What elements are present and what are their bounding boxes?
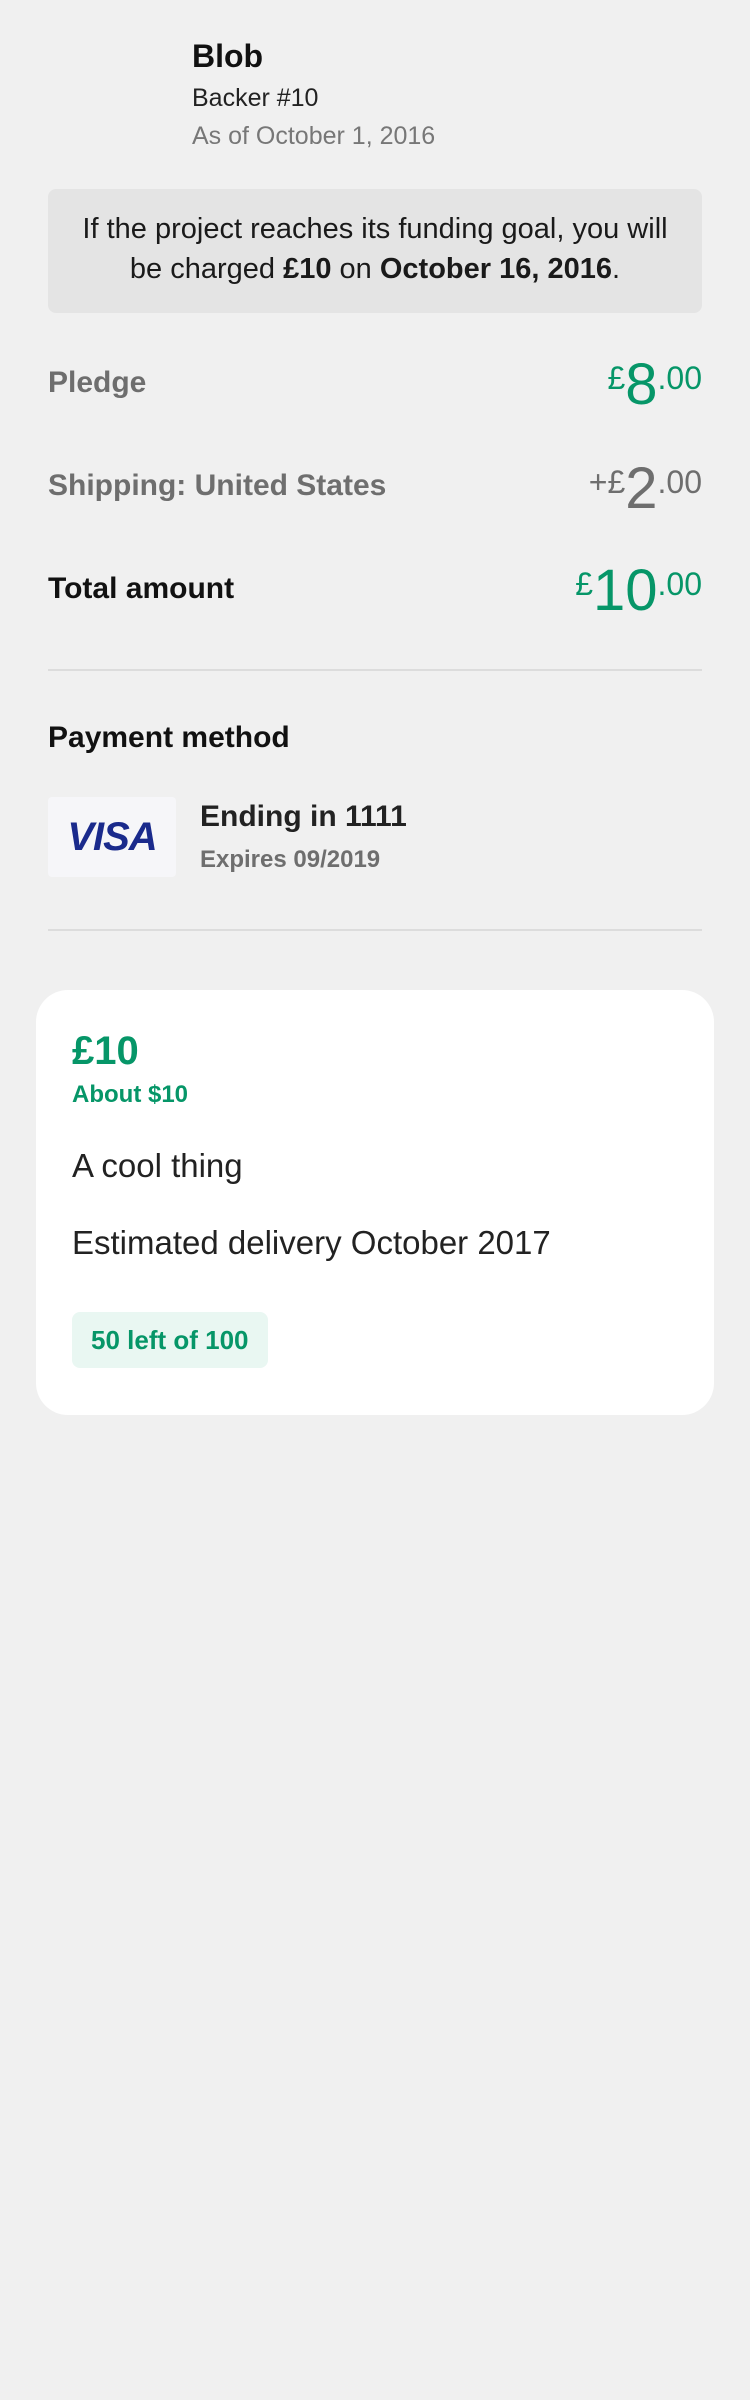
reward-title: A cool thing xyxy=(72,1147,243,1184)
reward-converted-amount: About $10 xyxy=(72,1081,189,1108)
shipping-currency: +£ xyxy=(588,464,626,500)
notice-date: October 16, 2016 xyxy=(379,253,612,285)
shipping-label: Shipping: United States xyxy=(48,469,387,502)
divider-top xyxy=(48,669,702,671)
backer-as-of-date: As of October 1, 2016 xyxy=(192,122,436,150)
total-currency: £ xyxy=(575,566,593,602)
backer-name: Blob xyxy=(192,38,264,74)
shipping-decimal: .00 xyxy=(657,464,702,500)
pledge-label: Pledge xyxy=(48,366,147,399)
pledge-decimal: .00 xyxy=(657,360,702,396)
card-expires: Expires 09/2019 xyxy=(200,846,381,873)
total-whole: 10 xyxy=(593,558,658,623)
reward-estimated-delivery: Estimated delivery October 2017 xyxy=(72,1224,551,1261)
notice-suffix: . xyxy=(612,253,621,285)
visa-logo-icon: VISA xyxy=(48,797,176,877)
total-label: Total amount xyxy=(48,572,235,605)
total-decimal: .00 xyxy=(657,566,702,602)
backer-number: Backer #10 xyxy=(192,84,319,112)
pledge-whole: 8 xyxy=(625,352,658,417)
reward-remaining-badge: 50 left of 100 xyxy=(72,1312,268,1368)
shipping-whole: 2 xyxy=(625,456,658,521)
pledge-amount: £8.00 xyxy=(607,356,702,414)
notice-amount: £10 xyxy=(283,253,332,285)
payment-method-title: Payment method xyxy=(48,721,290,754)
shipping-amount: +£2.00 xyxy=(589,460,702,518)
total-amount: £10.00 xyxy=(575,562,702,620)
card-brand-text: VISA xyxy=(67,815,156,859)
funding-notice: If the project reaches its funding goal,… xyxy=(48,189,702,313)
notice-middle: on xyxy=(331,253,380,285)
pledge-currency: £ xyxy=(607,360,626,396)
card-ending: Ending in 1111 xyxy=(200,800,407,833)
divider-bottom xyxy=(48,929,702,931)
reward-amount: £10 xyxy=(72,1029,139,1073)
